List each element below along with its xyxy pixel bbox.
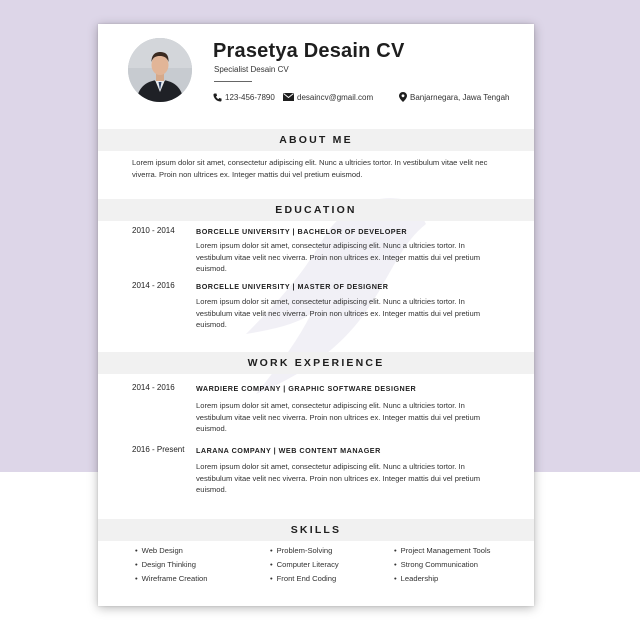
skill-item: Web Design xyxy=(135,546,183,555)
email-text: desaincv@gmail.com xyxy=(297,92,374,102)
education-description: Lorem ipsum dolor sit amet, consectetur … xyxy=(196,297,481,330)
education-dates: 2010 - 2014 xyxy=(132,226,175,235)
skill-item: Project Management Tools xyxy=(394,546,491,555)
profile-photo xyxy=(128,38,192,102)
skill-item: Wireframe Creation xyxy=(135,574,208,583)
skill-item: Front End Coding xyxy=(270,574,337,583)
skill-item: Computer Literacy xyxy=(270,560,339,569)
work-heading: WARDIERE COMPANY | GRAPHIC SOFTWARE DESI… xyxy=(196,384,417,393)
about-title: ABOUT ME xyxy=(279,134,353,146)
work-heading: LARANA COMPANY | WEB CONTENT MANAGER xyxy=(196,446,381,455)
work-description: Lorem ipsum dolor sit amet, consectetur … xyxy=(196,401,481,434)
phone-icon xyxy=(213,92,222,102)
contact-phone: 123-456-7890 xyxy=(213,91,275,103)
phone-text: 123-456-7890 xyxy=(225,92,275,102)
work-section-header: WORK EXPERIENCE xyxy=(98,352,534,374)
work-dates: 2016 - Present xyxy=(132,445,185,454)
contact-email: desaincv@gmail.com xyxy=(283,91,373,103)
about-section-header: ABOUT ME xyxy=(98,129,534,151)
education-heading: BORCELLE UNIVERSITY | MASTER OF DESIGNER xyxy=(196,282,389,291)
skills-title: SKILLS xyxy=(290,524,342,536)
work-description: Lorem ipsum dolor sit amet, consectetur … xyxy=(196,462,481,495)
education-section-header: EDUCATION xyxy=(98,199,534,221)
location-text: Banjarnegara, Jawa Tengah xyxy=(410,92,510,102)
about-text: Lorem ipsum dolor sit amet, consectetur … xyxy=(132,158,488,179)
work-title: WORK EXPERIENCE xyxy=(247,357,385,369)
skills-section-header: SKILLS xyxy=(98,519,534,541)
skill-item: Problem-Solving xyxy=(270,546,333,555)
education-heading: BORCELLE UNIVERSITY | BACHELOR OF DEVELO… xyxy=(196,227,408,236)
skill-item: Leadership xyxy=(394,574,439,583)
resume-page: Prasetya Desain CV Specialist Desain CV … xyxy=(98,24,534,606)
skill-item: Design Thinking xyxy=(135,560,196,569)
envelope-icon xyxy=(283,93,294,101)
contact-location: Banjarnegara, Jawa Tengah xyxy=(399,91,509,103)
skill-item: Strong Communication xyxy=(394,560,478,569)
map-pin-icon xyxy=(399,92,407,102)
education-description: Lorem ipsum dolor sit amet, consectetur … xyxy=(196,241,481,274)
work-dates: 2014 - 2016 xyxy=(132,383,175,392)
candidate-role: Specialist Desain CV xyxy=(214,65,289,74)
education-dates: 2014 - 2016 xyxy=(132,281,175,290)
education-title: EDUCATION xyxy=(275,204,357,216)
candidate-name: Prasetya Desain CV xyxy=(213,40,405,62)
role-underline xyxy=(214,81,252,82)
